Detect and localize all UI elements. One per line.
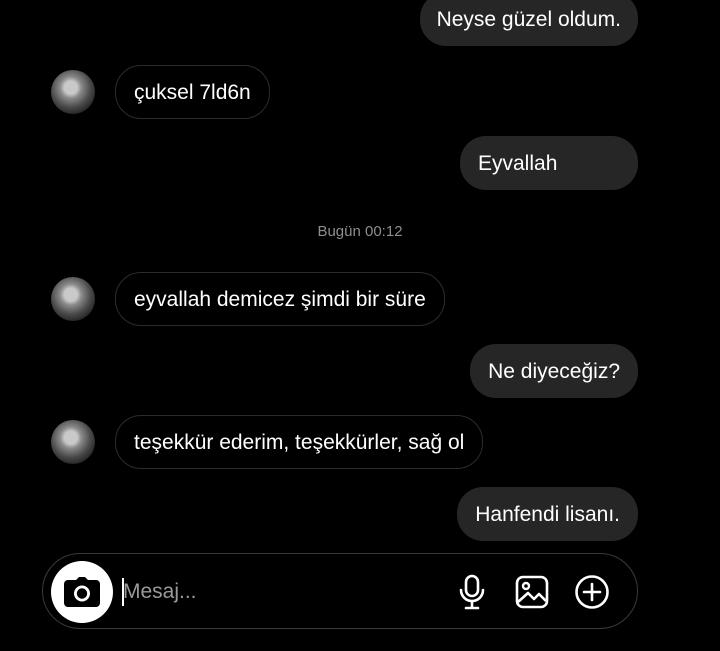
avatar[interactable] bbox=[51, 420, 95, 464]
message-row-outgoing: Ne diyeceğiz? bbox=[470, 344, 638, 398]
message-row-incoming: teşekkür ederim, teşekkürler, sağ ol bbox=[51, 415, 484, 469]
gallery-icon bbox=[515, 575, 549, 609]
message-bubble-incoming[interactable]: eyvallah demicez şimdi bir süre bbox=[115, 272, 445, 326]
message-bubble-incoming[interactable]: çuksel 7ld6n bbox=[115, 65, 270, 119]
microphone-icon bbox=[459, 574, 485, 610]
message-bubble-outgoing[interactable]: Neyse güzel oldum. bbox=[419, 0, 638, 46]
camera-icon bbox=[64, 577, 100, 607]
add-icon bbox=[575, 575, 609, 609]
message-bubble-outgoing[interactable]: Ne diyeceğiz? bbox=[470, 344, 638, 398]
message-bubble-outgoing[interactable]: Hanfendi lisanı. bbox=[457, 487, 638, 541]
message-row-outgoing: Hanfendi lisanı. bbox=[457, 487, 638, 541]
add-button[interactable] bbox=[573, 573, 611, 611]
message-input[interactable] bbox=[123, 572, 443, 612]
message-row-incoming: çuksel 7ld6n bbox=[51, 65, 270, 119]
avatar[interactable] bbox=[51, 70, 95, 114]
avatar[interactable] bbox=[51, 277, 95, 321]
voice-button[interactable] bbox=[453, 573, 491, 611]
gallery-button[interactable] bbox=[513, 573, 551, 611]
message-bubble-outgoing[interactable]: Eyvallah bbox=[460, 136, 638, 190]
message-row-incoming: eyvallah demicez şimdi bir süre bbox=[51, 272, 445, 326]
message-bubble-incoming[interactable]: teşekkür ederim, teşekkürler, sağ ol bbox=[115, 415, 484, 469]
date-separator: Bugün 00:12 bbox=[317, 223, 403, 240]
message-row-outgoing: Eyvallah bbox=[460, 136, 638, 190]
message-row-outgoing: Neyse güzel oldum. bbox=[419, 0, 638, 46]
camera-button[interactable] bbox=[51, 561, 113, 623]
message-composer bbox=[42, 553, 638, 629]
